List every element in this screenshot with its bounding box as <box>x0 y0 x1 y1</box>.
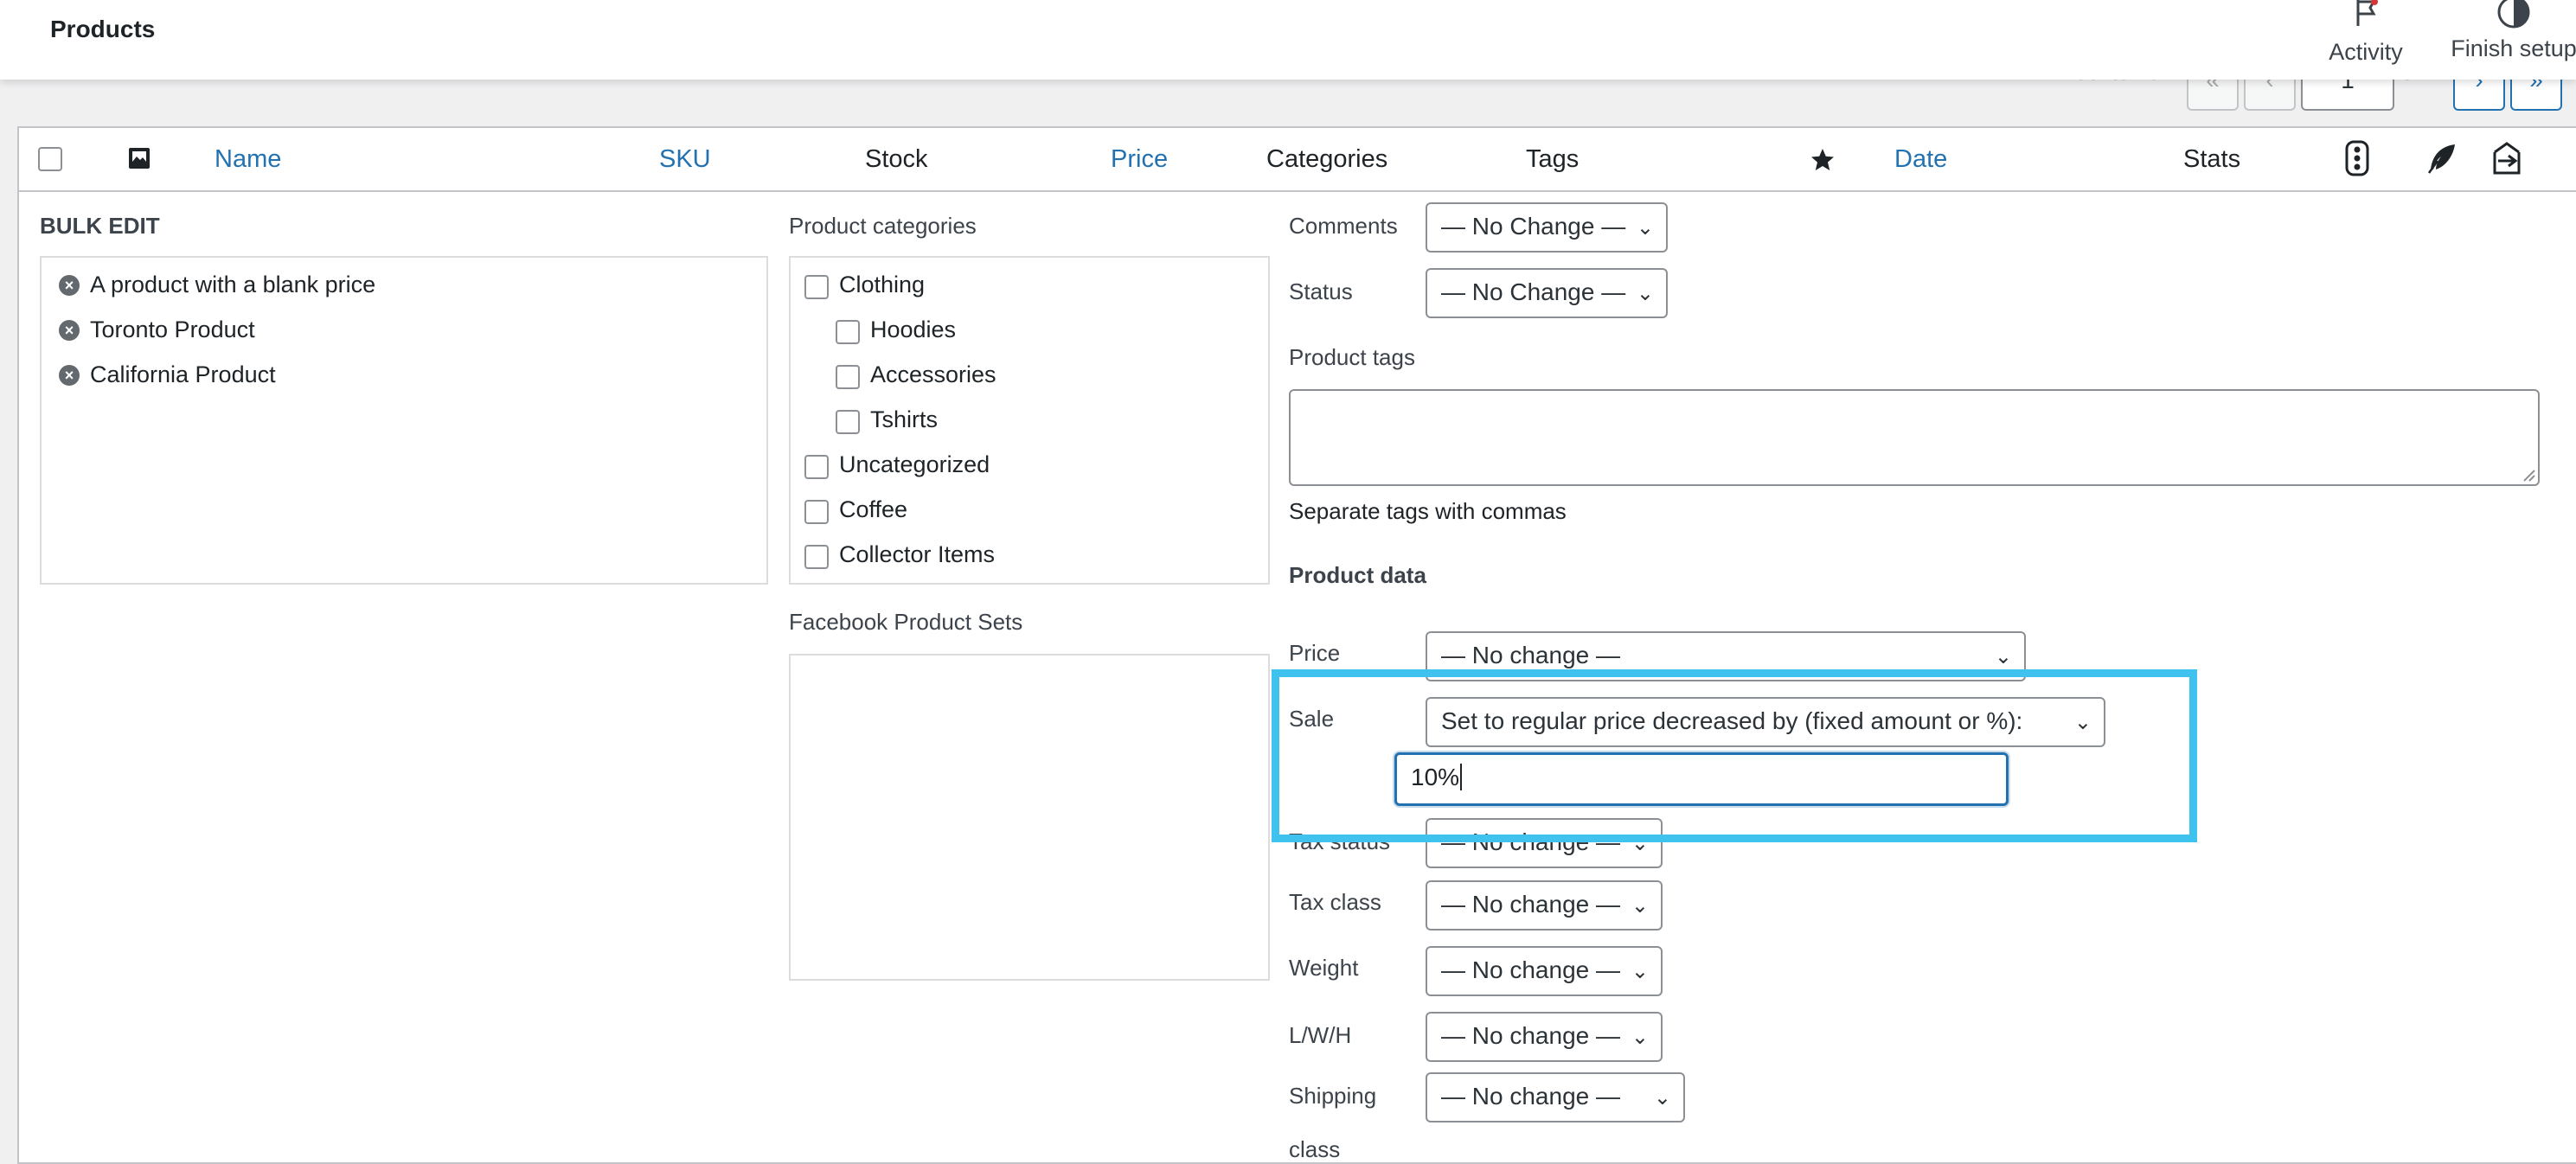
column-tags: Tags <box>1526 145 1580 173</box>
activity-button[interactable]: Activity <box>2318 0 2413 66</box>
column-stats: Stats <box>2183 145 2241 173</box>
comments-select-value: — No Change — <box>1441 213 1626 240</box>
featured-star-icon[interactable] <box>1810 147 1836 173</box>
bulk-product-item: A product with a blank price <box>90 272 376 297</box>
category-checkbox-hoodies[interactable] <box>836 320 860 344</box>
export-icon <box>2493 142 2521 175</box>
bulk-edit-product-list: × A product with a blank price × Toronto… <box>40 256 768 585</box>
facebook-product-sets-list[interactable] <box>789 654 1270 981</box>
category-checkbox-uncategorized[interactable] <box>804 455 829 479</box>
category-label: Coffee <box>839 496 908 522</box>
lwh-label: L/W/H <box>1289 1022 1352 1048</box>
column-price[interactable]: Price <box>1111 145 1168 174</box>
image-column-icon <box>129 148 150 169</box>
chevron-down-icon: ⌄ <box>1631 960 1649 983</box>
product-tags-textarea[interactable] <box>1289 389 2540 486</box>
weight-select-value: — No change — <box>1441 956 1620 983</box>
shipping-label: Shipping <box>1289 1083 1377 1109</box>
feather-icon <box>2427 144 2455 174</box>
tax-class-select-value: — No change — <box>1441 891 1620 918</box>
price-label: Price <box>1289 640 1341 666</box>
category-label: Accessories <box>870 361 996 387</box>
remove-product-icon[interactable]: × <box>59 365 80 386</box>
finish-setup-button[interactable]: Finish setup <box>2445 0 2576 62</box>
category-checkbox-coffee[interactable] <box>804 500 829 524</box>
column-date[interactable]: Date <box>1894 145 1947 174</box>
price-select-value: — No change — <box>1441 642 1620 668</box>
facebook-product-sets-label: Facebook Product Sets <box>789 609 1023 635</box>
lwh-select-value: — No change — <box>1441 1022 1620 1049</box>
weight-select[interactable]: — No change — ⌄ <box>1426 946 1663 996</box>
category-label: Uncategorized <box>839 451 990 477</box>
remove-product-icon[interactable]: × <box>59 275 80 296</box>
top-bar: Products Activity Finish setup <box>0 0 2576 80</box>
status-select[interactable]: — No Change — ⌄ <box>1426 268 1668 318</box>
column-stock: Stock <box>865 145 928 173</box>
category-label: Collector Items <box>839 541 996 567</box>
table-header: Name SKU Stock Price Categories Tags Dat… <box>19 128 2576 192</box>
chevron-down-icon: ⌄ <box>1653 1086 1671 1110</box>
finish-setup-label: Finish setup <box>2451 35 2576 61</box>
category-checkbox-tshirts[interactable] <box>836 410 860 434</box>
shipping-class-select[interactable]: — No change — ⌄ <box>1426 1072 1685 1122</box>
status-label: Status <box>1289 278 1353 304</box>
status-select-value: — No Change — <box>1441 278 1626 305</box>
bulk-product-item: Toronto Product <box>90 317 255 342</box>
column-name[interactable]: Name <box>215 145 281 174</box>
comments-select[interactable]: — No Change — ⌄ <box>1426 202 1668 253</box>
remove-product-icon[interactable]: × <box>59 320 80 341</box>
page-title: Products <box>50 16 156 42</box>
traffic-light-icon <box>2345 140 2369 176</box>
chevron-down-icon: ⌄ <box>1636 216 1654 240</box>
tax-class-label: Tax class <box>1289 889 1381 915</box>
comments-label: Comments <box>1289 213 1398 239</box>
chevron-down-icon: ⌄ <box>1631 894 1649 918</box>
tax-class-select[interactable]: — No change — ⌄ <box>1426 880 1663 931</box>
highlight-box <box>1272 669 2197 842</box>
bulk-product-item: California Product <box>90 361 276 387</box>
select-all-checkbox[interactable] <box>38 147 62 171</box>
resize-handle-icon[interactable] <box>2519 465 2536 483</box>
product-tags-hint: Separate tags with commas <box>1289 498 1567 524</box>
product-categories-label: Product categories <box>789 213 977 239</box>
categories-checklist: Clothing Hoodies Accessories Tshirts Unc… <box>789 256 1270 585</box>
bulk-edit-title: BULK EDIT <box>40 213 160 239</box>
shipping-label-continued: class <box>1289 1136 1341 1162</box>
chevron-down-icon: ⌄ <box>1636 282 1654 305</box>
category-checkbox-accessories[interactable] <box>836 365 860 389</box>
category-label: Clothing <box>839 272 926 297</box>
column-categories: Categories <box>1266 145 1388 173</box>
category-checkbox-clothing[interactable] <box>804 275 829 299</box>
lwh-select[interactable]: — No change — ⌄ <box>1426 1012 1663 1062</box>
chevron-down-icon: ⌄ <box>1631 1026 1649 1049</box>
activity-label: Activity <box>2329 39 2403 65</box>
category-checkbox-collector-items[interactable] <box>804 545 829 569</box>
column-sku[interactable]: SKU <box>659 145 711 174</box>
contrast-icon <box>2497 0 2530 29</box>
category-label: Tshirts <box>870 406 939 432</box>
category-label: Hoodies <box>870 317 957 342</box>
shipping-class-select-value: — No change — <box>1441 1083 1620 1110</box>
flag-icon <box>2356 0 2378 26</box>
product-tags-label: Product tags <box>1289 344 1415 370</box>
product-data-heading: Product data <box>1289 562 1426 588</box>
weight-label: Weight <box>1289 955 1359 981</box>
